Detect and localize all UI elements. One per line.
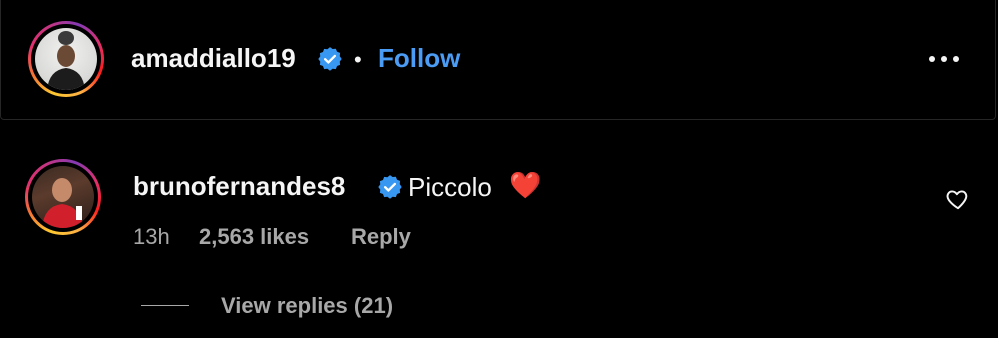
avatar-story-ring[interactable] — [28, 21, 104, 97]
more-horizontal-icon[interactable] — [927, 52, 961, 66]
comment-likes-count[interactable]: 2,563 likes — [199, 224, 309, 250]
post-author-username[interactable]: amaddiallo19 — [131, 43, 296, 74]
comment-text: Piccolo — [408, 172, 492, 202]
replies-divider-line — [141, 305, 189, 306]
reply-button[interactable]: Reply — [351, 224, 411, 250]
verified-badge-icon — [378, 175, 402, 199]
post-header: amaddiallo19 • Follow — [0, 0, 996, 120]
follow-button[interactable]: Follow — [378, 43, 460, 74]
comment-timestamp[interactable]: 13h — [133, 224, 170, 250]
commenter-avatar-ring[interactable] — [25, 159, 101, 235]
view-replies-button[interactable]: View replies (21) — [221, 293, 393, 319]
heart-emoji: ❤️ — [509, 171, 542, 201]
avatar-amaddiallo19[interactable] — [35, 28, 97, 90]
heart-outline-icon[interactable] — [945, 186, 971, 212]
verified-badge-icon — [318, 47, 342, 71]
separator-dot: • — [354, 47, 362, 72]
commenter-username[interactable]: brunofernandes8 — [133, 171, 345, 202]
avatar-brunofernandes8[interactable] — [32, 166, 94, 228]
